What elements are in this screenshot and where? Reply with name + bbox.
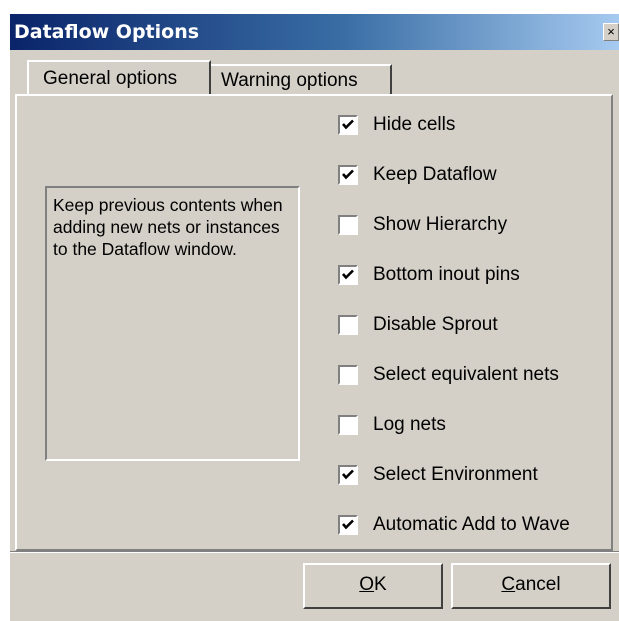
ok-label-rest: K [374, 574, 387, 595]
checkbox[interactable] [338, 415, 358, 435]
option-label: Show Hierarchy [373, 214, 508, 235]
close-icon[interactable]: × [603, 23, 619, 41]
checkbox[interactable] [338, 315, 358, 335]
checkmark-icon [342, 169, 354, 180]
title-bar[interactable]: Dataflow Options × [10, 14, 619, 50]
button-separator [10, 551, 619, 553]
option-label: Hide cells [373, 114, 456, 135]
cancel-label-rest: ancel [515, 574, 561, 595]
option-description-box: Keep previous contents when adding new n… [45, 186, 300, 461]
checkmark-icon [342, 269, 354, 280]
checkbox[interactable] [338, 365, 358, 385]
checkbox[interactable] [338, 115, 358, 135]
checkbox[interactable] [338, 165, 358, 185]
tab-general-options[interactable]: General options [27, 60, 211, 94]
cancel-mnemonic: C [501, 574, 516, 595]
checkmark-icon [342, 469, 354, 480]
checkbox[interactable] [338, 265, 358, 285]
option-label: Select Environment [373, 464, 538, 485]
option-label: Bottom inout pins [373, 264, 520, 285]
checkmark-icon [342, 119, 354, 130]
tab-label: Warning options [221, 70, 358, 91]
tab-warning-options[interactable]: Warning options [211, 64, 392, 94]
tab-label: General options [43, 68, 178, 89]
ok-button[interactable]: OK [303, 563, 443, 609]
checkbox[interactable] [338, 465, 358, 485]
option-label: Log nets [373, 414, 446, 435]
checkmark-icon [342, 519, 354, 530]
cancel-button[interactable]: Cancel [451, 563, 611, 609]
checkbox[interactable] [338, 515, 358, 535]
option-label: Keep Dataflow [373, 164, 497, 185]
option-label: Automatic Add to Wave [373, 514, 570, 535]
option-label: Select equivalent nets [373, 364, 559, 385]
checkbox[interactable] [338, 215, 358, 235]
option-label: Disable Sprout [373, 314, 498, 335]
ok-mnemonic: O [359, 574, 375, 595]
dataflow-options-dialog: Dataflow Options × General options Warni… [10, 14, 619, 621]
window-title: Dataflow Options [14, 21, 200, 43]
